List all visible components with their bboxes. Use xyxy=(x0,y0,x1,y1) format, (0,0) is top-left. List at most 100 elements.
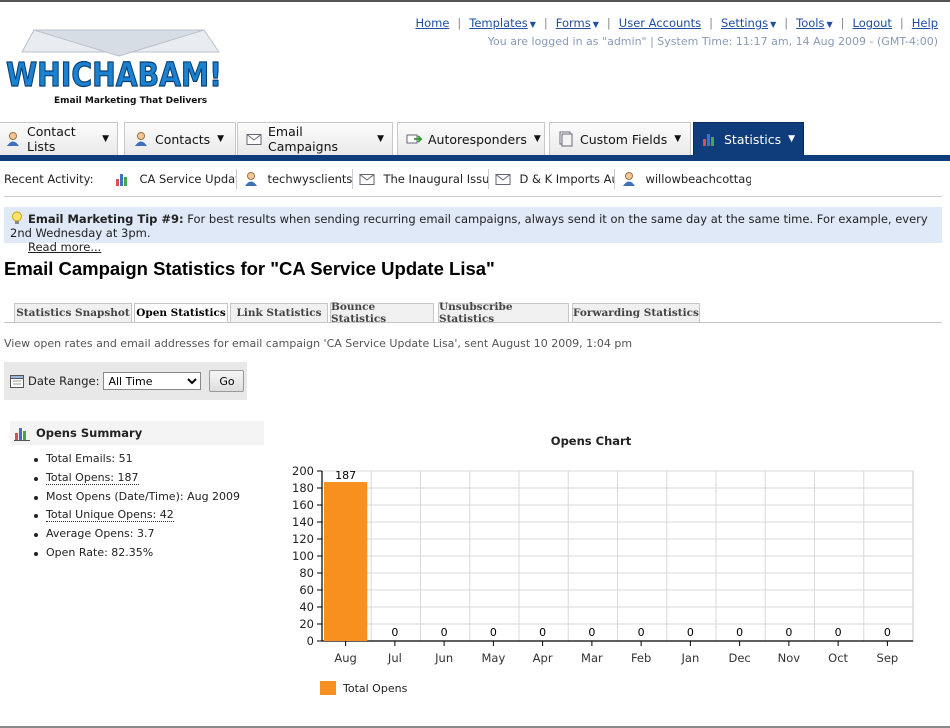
custom-fields-icon xyxy=(559,131,573,147)
page-title: Email Campaign Statistics for "CA Servic… xyxy=(4,258,495,279)
tab-statistics-snapshot[interactable]: Statistics Snapshot xyxy=(14,303,132,323)
nav-tab-label: Contacts xyxy=(155,131,211,147)
settings-link-label: Settings xyxy=(720,16,769,30)
go-button[interactable]: Go xyxy=(209,370,245,392)
x-tick-label: Jun xyxy=(434,651,453,665)
nav-tab-label: Custom Fields xyxy=(580,131,668,147)
opens-chart: 0 20 40 60 80 100 120 140 160 180 200 187 Aug 0 Jul 0 Ju… xyxy=(292,464,914,665)
chevron-down-icon: ▼ xyxy=(674,134,682,144)
tab-icon-wrap xyxy=(246,131,262,147)
bar-chart-icon xyxy=(116,174,128,186)
logout-link[interactable]: Logout xyxy=(853,16,892,30)
y-tick-label: 60 xyxy=(299,583,314,597)
nav-tab-custom-fields[interactable]: Custom Fields ▼ xyxy=(549,122,691,155)
y-tick-label: 40 xyxy=(299,600,314,614)
recent-icon-wrap xyxy=(495,171,511,187)
x-tick-label: Oct xyxy=(828,651,848,665)
forms-link[interactable]: Forms ▼ xyxy=(556,16,599,30)
subtab-label: Statistics Snapshot xyxy=(16,307,130,319)
tools-link-label: Tools xyxy=(796,16,825,30)
recent-activity-item[interactable]: D & K Imports Augu xyxy=(489,169,616,189)
link-separator: | xyxy=(606,16,611,30)
subtab-label: Forwarding Statistics xyxy=(573,307,699,319)
tab-unsubscribe-statistics[interactable]: Unsubscribe Statistics xyxy=(438,301,569,325)
x-tick-label: Dec xyxy=(728,651,750,665)
recent-activity-label: Recent Activity: xyxy=(4,172,94,186)
envelope-icon xyxy=(359,174,375,185)
link-separator: | xyxy=(709,16,713,30)
bar-value-label: 0 xyxy=(835,626,842,639)
date-range-select[interactable]: All Time xyxy=(103,372,202,390)
link-separator: | xyxy=(457,16,462,30)
bar-value-label: 0 xyxy=(391,626,398,639)
recent-activity-label: D & K Imports Augu xyxy=(519,172,614,186)
chevron-down-icon: ▼ xyxy=(533,134,541,144)
summary-item-text[interactable]: Total Opens: 187 xyxy=(46,470,139,485)
summary-item: Total Emails: 51 xyxy=(32,452,240,471)
tab-link-statistics[interactable]: Link Statistics xyxy=(230,303,328,323)
divider xyxy=(4,196,942,197)
y-tick-label: 140 xyxy=(292,515,314,529)
recent-activity-item[interactable]: The Inaugural Issue xyxy=(353,169,490,189)
tools-link[interactable]: Tools ▼ xyxy=(796,16,833,30)
dropdown-arrow-icon: ▼ xyxy=(770,20,777,29)
whichabam-logo[interactable]: WHICHABAM! Email Marketing That Delivers xyxy=(4,28,228,110)
x-tick-label: Feb xyxy=(631,651,651,665)
recent-icon-wrap xyxy=(115,171,131,187)
page-description: View open rates and email addresses for … xyxy=(4,337,633,350)
y-tick-label: 80 xyxy=(299,566,314,580)
chart-legend: Total Opens xyxy=(320,681,407,695)
tab-icon-wrap xyxy=(5,131,21,147)
legend-label: Total Opens xyxy=(343,681,408,695)
link-separator: | xyxy=(543,16,548,30)
recent-activity-label: willowbeachcottage xyxy=(645,172,752,186)
x-tick-label: Nov xyxy=(778,651,801,665)
envelope-icon xyxy=(246,134,262,145)
summary-item-text: Open Rate: 82.35% xyxy=(46,545,154,559)
tab-forwarding-statistics[interactable]: Forwarding Statistics xyxy=(572,303,700,323)
summary-item[interactable]: Total Opens: 187 xyxy=(32,470,240,490)
link-separator: | xyxy=(784,16,789,30)
nav-tab-statistics[interactable]: Statistics ▼ xyxy=(693,122,804,155)
bar-value-label: 0 xyxy=(441,626,448,639)
summary-item[interactable]: Total Unique Opens: 42 xyxy=(32,508,240,527)
summary-item-text: Average Opens: 3.7 xyxy=(46,527,155,541)
nav-tab-email-campaigns[interactable]: Email Campaigns ▼ xyxy=(237,122,393,155)
envelope-icon xyxy=(495,174,511,185)
summary-item-text[interactable]: Total Unique Opens: 42 xyxy=(46,508,174,523)
date-range-bar: Date Range: All Time Go xyxy=(4,362,247,400)
recent-icon-wrap xyxy=(359,171,375,187)
opens-summary-list: Total Emails: 51 Total Opens: 187 Most Ope… xyxy=(32,452,240,565)
nav-tab-contact-lists[interactable]: Contact Lists ▼ xyxy=(0,122,118,155)
recent-activity-item[interactable]: CA Service Update . xyxy=(109,169,238,189)
chevron-down-icon: ▼ xyxy=(102,134,109,144)
recent-activity-item[interactable]: techwysclients xyxy=(237,169,354,189)
user-accounts-link[interactable]: User Accounts xyxy=(619,16,701,30)
forms-link-label: Forms xyxy=(555,16,591,30)
summary-item: Open Rate: 82.35% xyxy=(32,546,240,565)
bar-value-label: 0 xyxy=(687,626,694,639)
chart-title: Opens Chart xyxy=(550,434,632,448)
settings-link[interactable]: Settings ▼ xyxy=(721,16,776,30)
nav-tab-contacts[interactable]: Contacts ▼ xyxy=(124,122,236,155)
summary-item-text: Most Opens (Date/Time): Aug 2009 xyxy=(46,489,241,503)
recent-activity-label: techwysclients xyxy=(267,172,353,186)
tab-open-statistics[interactable]: Open Statistics xyxy=(134,303,228,323)
read-more-link[interactable]: Read more... xyxy=(28,240,101,254)
opens-summary-title: Opens Summary xyxy=(36,426,143,440)
recent-activity-item[interactable]: willowbeachcottage xyxy=(615,169,751,189)
y-tick-label: 200 xyxy=(292,464,314,478)
tip-box: Email Marketing Tip #9: For best results… xyxy=(4,207,942,254)
tab-bounce-statistics[interactable]: Bounce Statistics xyxy=(330,301,434,325)
dropdown-arrow-icon: ▼ xyxy=(592,20,599,29)
help-link[interactable]: Help xyxy=(912,16,938,30)
summary-item: Average Opens: 3.7 xyxy=(32,527,240,546)
home-link[interactable]: Home xyxy=(415,16,449,30)
nav-tab-autoresponders[interactable]: Autoresponders ▼ xyxy=(397,122,545,155)
top-links: Home | Templates ▼ | Forms ▼ | User Accounts | S… xyxy=(415,16,938,48)
bar-value-label: 187 xyxy=(335,469,356,482)
user-icon xyxy=(623,172,636,186)
templates-link[interactable]: Templates ▼ xyxy=(469,16,536,30)
legend-swatch xyxy=(320,681,336,695)
tip-title: Email Marketing Tip #9: xyxy=(28,212,184,226)
